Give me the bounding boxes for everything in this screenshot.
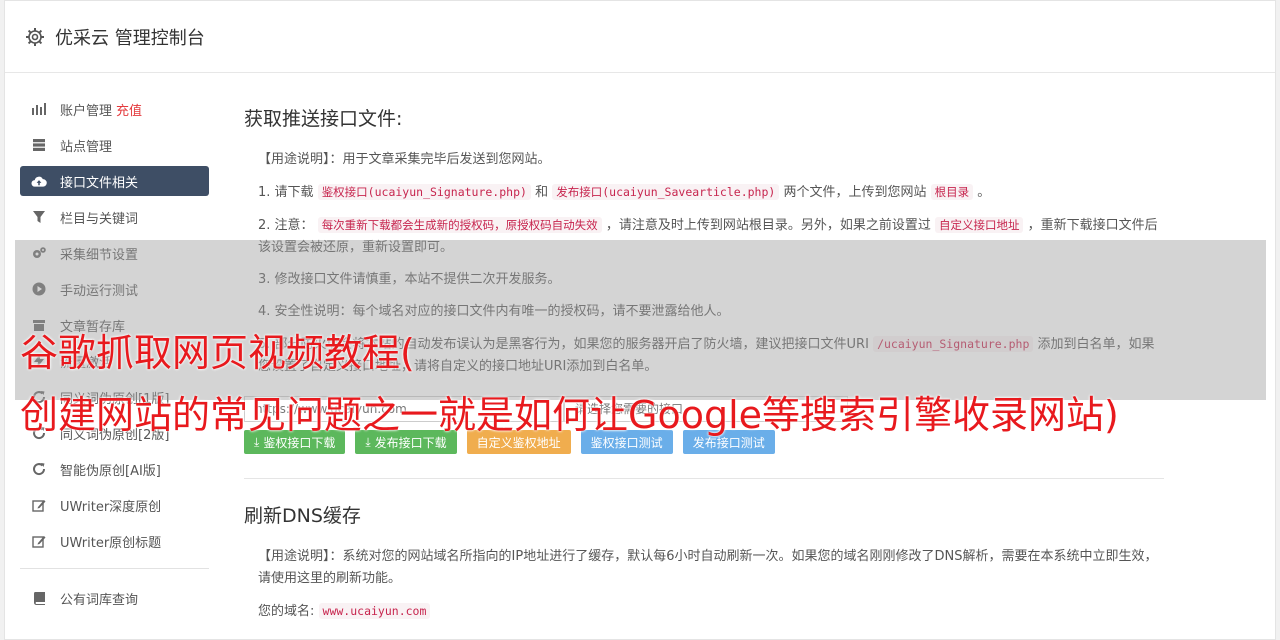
section-title-interface: 获取推送接口文件:: [244, 108, 403, 130]
sidebar-item-interface-files[interactable]: 接口文件相关: [20, 166, 209, 196]
code-signature-file: 鉴权接口(ucaiyun_Signature.php): [317, 184, 531, 200]
step-text: 。: [977, 185, 991, 200]
server-icon: [31, 137, 47, 153]
step-1: 1. 请下载 鉴权接口(ucaiyun_Signature.php) 和 发布接…: [258, 181, 1164, 204]
usage-text: ：系统对您的网站域名所指向的IP地址进行了缓存，默认每6小时自动刷新一次。如果您…: [258, 549, 1158, 586]
dns-usage-note: 【用途说明】：系统对您的网站域名所指向的IP地址进行了缓存，默认每6小时自动刷新…: [258, 546, 1164, 590]
overlay-title-line-2: 创建网站的常见问题之一就是如何让Google等搜索引擎收录网站): [20, 393, 1119, 437]
sidebar-item-label: UWriter原创标题: [60, 535, 162, 551]
sidebar-item-sites[interactable]: 站点管理: [20, 130, 209, 160]
step-text: ，请注意及时上传到网站根目录。另外，如果之前设置过: [605, 218, 931, 233]
code-root-dir: 根目录: [930, 184, 974, 200]
domain-value: www.ucaiyun.com: [318, 603, 431, 619]
usage-label: 【用途说明】: [258, 549, 330, 564]
sidebar-item-label: 栏目与关键词: [60, 211, 139, 227]
usage-label: 【用途说明】: [258, 152, 330, 167]
domain-row: 您的域名: www.ucaiyun.com: [258, 600, 1164, 623]
sidebar-item-label: 智能伪原创[AI版]: [60, 463, 161, 479]
book-icon: [31, 590, 47, 606]
code-custom-address: 自定义接口地址: [934, 217, 1024, 233]
recharge-link[interactable]: 充值: [116, 100, 142, 119]
bar-chart-icon: [31, 101, 47, 117]
sidebar-divider: [20, 568, 209, 569]
domain-label: 您的域名:: [258, 604, 315, 619]
sidebar-item-public-lexicon[interactable]: 公有词库查询: [20, 583, 209, 613]
section-title-dns: 刷新DNS缓存: [244, 505, 361, 527]
filter-icon: [31, 209, 47, 225]
sidebar-item-uwriter-deep[interactable]: UWriter深度原创: [20, 490, 209, 520]
refresh-icon: [31, 461, 47, 477]
sidebar-item-label: UWriter深度原创: [60, 499, 162, 515]
step-text: 和: [535, 185, 549, 200]
sidebar-item-label: 账户管理: [60, 103, 113, 119]
edit-icon: [31, 497, 47, 513]
usage-note: 【用途说明】：用于文章采集完毕后发送到您网站。: [258, 149, 1164, 171]
step-text: 1. 请下载: [258, 185, 314, 200]
gear-icon: [26, 27, 44, 46]
code-save-article-file: 发布接口(ucaiyun_Savearticle.php): [552, 184, 780, 200]
code-warning: 每次重新下载都会生成新的授权码，原授权码自动失效: [317, 217, 602, 233]
step-text: 两个文件，上传到您网站: [783, 185, 927, 200]
sidebar-item-account[interactable]: 账户管理 充值: [20, 94, 209, 124]
sidebar-item-label: 接口文件相关: [60, 175, 139, 191]
step-text: 2. 注意：: [258, 218, 314, 233]
usage-text: ：用于文章采集完毕后发送到您网站。: [329, 152, 551, 167]
section-divider: [244, 478, 1164, 479]
sidebar-item-label: 公有词库查询: [60, 592, 139, 608]
sidebar-item-uwriter-title[interactable]: UWriter原创标题: [20, 526, 209, 556]
edit-icon: [31, 533, 47, 549]
sidebar-item-label: 站点管理: [60, 139, 113, 155]
overlay-title-line-1: 谷歌抓取网页视频教程(: [20, 331, 415, 375]
panel-header: 优采云 管理控制台: [5, 1, 1275, 73]
page-title: 优采云 管理控制台: [55, 27, 205, 49]
cloud-upload-icon: [31, 173, 47, 189]
sidebar-item-columns-keywords[interactable]: 栏目与关键词: [20, 202, 209, 232]
sidebar-item-ai-rewrite[interactable]: 智能伪原创[AI版]: [20, 454, 209, 484]
